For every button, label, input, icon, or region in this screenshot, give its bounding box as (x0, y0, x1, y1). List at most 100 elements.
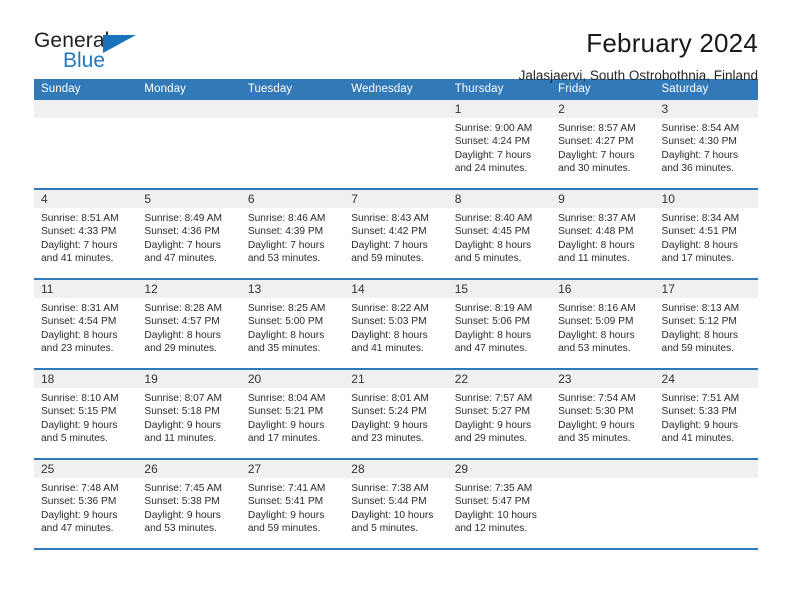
calendar-day-cell[interactable]: 29 Sunrise: 7:35 AM Sunset: 5:47 PM Dayligh… (447, 459, 552, 550)
sunset-time: Sunset: 4:51 PM (661, 226, 737, 238)
sunrise-time: Sunrise: 8:49 AM (144, 213, 223, 224)
daylight-duration-line1: Daylight: 9 hours (144, 419, 221, 431)
calendar-day-cell[interactable]: 8 Sunrise: 8:40 AM Sunset: 4:45 PM Daylight… (447, 189, 552, 280)
calendar-day-cell-empty (34, 100, 138, 190)
calendar-day-cell[interactable]: 26 Sunrise: 7:45 AM Sunset: 5:38 PM Dayligh… (137, 459, 241, 550)
general-blue-logo[interactable]: General Blue (34, 28, 144, 76)
sunset-time: Sunset: 4:39 PM (247, 226, 324, 238)
sunset-time: Sunset: 4:24 PM (454, 136, 531, 148)
day-sun-info: Sunrise: 7:57 AM Sunset: 5:27 PM Daylight:… (448, 388, 551, 446)
daylight-duration-line1: Daylight: 7 hours (454, 149, 532, 161)
calendar-day-cell[interactable]: 3 Sunrise: 8:54 AM Sunset: 4:30 PM Daylight… (654, 100, 758, 190)
sunrise-time: Sunrise: 8:13 AM (661, 303, 740, 314)
calendar-day-cell[interactable]: 12 Sunrise: 8:28 AM Sunset: 4:57 PM Dayligh… (137, 279, 241, 370)
calendar-week-row: 4 Sunrise: 8:51 AM Sunset: 4:33 PM Daylight… (34, 189, 758, 280)
day-number (137, 100, 241, 118)
day-cell-content: 5 Sunrise: 8:49 AM Sunset: 4:36 PM Daylight… (137, 190, 241, 278)
calendar-page: General Blue February 2024 Jalasjaervi, … (0, 0, 792, 612)
day-number (34, 100, 138, 118)
sunrise-time: Sunrise: 7:48 AM (41, 483, 119, 494)
calendar-day-cell-empty (137, 100, 241, 190)
day-sun-info: Sunrise: 8:04 AM Sunset: 5:21 PM Daylight:… (241, 388, 344, 446)
sunset-time: Sunset: 5:36 PM (41, 496, 117, 508)
day-cell-content: 28 Sunrise: 7:38 AM Sunset: 5:44 PM Dayligh… (344, 460, 448, 548)
title-block: February 2024 Jalasjaervi, South Ostrobo… (519, 28, 758, 86)
sunset-time: Sunset: 5:47 PM (454, 496, 531, 508)
calendar-day-cell[interactable]: 1 Sunrise: 9:00 AM Sunset: 4:24 PM Daylight… (447, 100, 552, 190)
daylight-duration-line1: Daylight: 8 hours (558, 329, 635, 341)
calendar-day-cell[interactable]: 5 Sunrise: 8:49 AM Sunset: 4:36 PM Daylight… (137, 189, 241, 280)
daylight-duration-line2: and 29 minutes. (454, 433, 528, 445)
sunset-time: Sunset: 5:27 PM (454, 406, 531, 418)
day-sun-info: Sunrise: 8:16 AM Sunset: 5:09 PM Daylight:… (551, 298, 654, 356)
daylight-duration-line2: and 30 minutes. (558, 163, 631, 175)
sunrise-time: Sunrise: 7:54 AM (558, 393, 636, 404)
day-cell-content (240, 100, 345, 188)
daylight-duration-line1: Daylight: 9 hours (247, 509, 325, 521)
calendar-day-cell[interactable]: 20 Sunrise: 8:04 AM Sunset: 5:21 PM Dayligh… (240, 369, 345, 460)
calendar-day-cell[interactable]: 27 Sunrise: 7:41 AM Sunset: 5:41 PM Dayligh… (240, 459, 345, 550)
day-number: 2 (551, 100, 655, 118)
day-number: 18 (34, 370, 138, 388)
calendar-day-cell[interactable]: 4 Sunrise: 8:51 AM Sunset: 4:33 PM Daylight… (34, 189, 138, 280)
day-sun-info: Sunrise: 8:37 AM Sunset: 4:48 PM Daylight:… (551, 208, 654, 266)
logo-word-blue: Blue (63, 49, 106, 72)
day-number: 9 (551, 190, 655, 208)
sunset-time: Sunset: 5:21 PM (247, 406, 324, 418)
calendar-day-cell[interactable]: 28 Sunrise: 7:38 AM Sunset: 5:44 PM Dayligh… (344, 459, 448, 550)
day-sun-info: Sunrise: 8:57 AM Sunset: 4:27 PM Daylight:… (551, 118, 654, 176)
calendar-day-cell[interactable]: 7 Sunrise: 8:43 AM Sunset: 4:42 PM Daylight… (344, 189, 448, 280)
calendar-day-cell[interactable]: 21 Sunrise: 8:01 AM Sunset: 5:24 PM Dayligh… (344, 369, 448, 460)
calendar-day-cell[interactable]: 16 Sunrise: 8:16 AM Sunset: 5:09 PM Dayligh… (551, 279, 655, 370)
logo-triangle-icon (103, 35, 136, 53)
day-sun-info: Sunrise: 8:10 AM Sunset: 5:15 PM Daylight:… (34, 388, 137, 446)
sunset-time: Sunset: 5:24 PM (351, 406, 427, 418)
calendar-day-cell[interactable]: 13 Sunrise: 8:25 AM Sunset: 5:00 PM Dayligh… (240, 279, 345, 370)
calendar-day-cell[interactable]: 6 Sunrise: 8:46 AM Sunset: 4:39 PM Daylight… (240, 189, 345, 280)
sunrise-time: Sunrise: 8:43 AM (351, 213, 429, 224)
weekday-header-sunday: Sunday (34, 79, 138, 100)
calendar-day-cell[interactable]: 24 Sunrise: 7:51 AM Sunset: 5:33 PM Dayligh… (654, 369, 758, 460)
sunset-time: Sunset: 5:03 PM (351, 316, 427, 328)
day-sun-info: Sunrise: 7:54 AM Sunset: 5:30 PM Daylight:… (551, 388, 654, 446)
calendar-day-cell[interactable]: 19 Sunrise: 8:07 AM Sunset: 5:18 PM Dayligh… (137, 369, 241, 460)
day-number (654, 460, 758, 478)
calendar-day-cell[interactable]: 23 Sunrise: 7:54 AM Sunset: 5:30 PM Dayligh… (551, 369, 655, 460)
sunset-time: Sunset: 5:00 PM (247, 316, 324, 328)
calendar-day-cell[interactable]: 18 Sunrise: 8:10 AM Sunset: 5:15 PM Dayligh… (34, 369, 138, 460)
calendar-day-cell[interactable]: 25 Sunrise: 7:48 AM Sunset: 5:36 PM Dayligh… (34, 459, 138, 550)
calendar-day-cell[interactable]: 10 Sunrise: 8:34 AM Sunset: 4:51 PM Dayligh… (654, 189, 758, 280)
day-cell-content: 4 Sunrise: 8:51 AM Sunset: 4:33 PM Daylight… (34, 190, 138, 278)
day-sun-info: Sunrise: 8:25 AM Sunset: 5:00 PM Daylight:… (241, 298, 344, 356)
calendar-day-cell[interactable]: 11 Sunrise: 8:31 AM Sunset: 4:54 PM Dayligh… (34, 279, 138, 370)
calendar-day-cell[interactable]: 2 Sunrise: 8:57 AM Sunset: 4:27 PM Daylight… (551, 100, 655, 190)
sunset-time: Sunset: 5:41 PM (247, 496, 324, 508)
calendar-day-cell[interactable]: 17 Sunrise: 8:13 AM Sunset: 5:12 PM Dayligh… (654, 279, 758, 370)
day-number: 22 (447, 370, 552, 388)
daylight-duration-line1: Daylight: 8 hours (351, 329, 428, 341)
day-cell-content: 2 Sunrise: 8:57 AM Sunset: 4:27 PM Daylight… (551, 100, 655, 188)
daylight-duration-line1: Daylight: 9 hours (144, 509, 221, 521)
day-cell-content: 1 Sunrise: 9:00 AM Sunset: 4:24 PM Daylight… (447, 100, 552, 188)
sunrise-time: Sunrise: 8:04 AM (247, 393, 326, 404)
daylight-duration-line2: and 59 minutes. (661, 343, 735, 355)
sunset-time: Sunset: 5:15 PM (41, 406, 117, 418)
day-sun-info: Sunrise: 7:38 AM Sunset: 5:44 PM Daylight:… (344, 478, 447, 536)
day-number: 29 (447, 460, 552, 478)
day-cell-content: 19 Sunrise: 8:07 AM Sunset: 5:18 PM Dayligh… (137, 370, 241, 458)
daylight-duration-line1: Daylight: 9 hours (454, 419, 532, 431)
day-number: 13 (240, 280, 345, 298)
sunrise-time: Sunrise: 7:41 AM (247, 483, 326, 494)
day-cell-content: 3 Sunrise: 8:54 AM Sunset: 4:30 PM Daylight… (654, 100, 758, 188)
sunrise-time: Sunrise: 8:07 AM (144, 393, 223, 404)
day-number: 1 (447, 100, 552, 118)
calendar-day-cell[interactable]: 9 Sunrise: 8:37 AM Sunset: 4:48 PM Daylight… (551, 189, 655, 280)
sunset-time: Sunset: 5:44 PM (351, 496, 427, 508)
day-sun-info: Sunrise: 9:00 AM Sunset: 4:24 PM Daylight:… (448, 118, 551, 176)
calendar-day-cell[interactable]: 15 Sunrise: 8:19 AM Sunset: 5:06 PM Dayligh… (447, 279, 552, 370)
calendar-day-cell[interactable]: 22 Sunrise: 7:57 AM Sunset: 5:27 PM Dayligh… (447, 369, 552, 460)
day-cell-content: 10 Sunrise: 8:34 AM Sunset: 4:51 PM Dayligh… (654, 190, 758, 278)
day-cell-content: 18 Sunrise: 8:10 AM Sunset: 5:15 PM Dayligh… (34, 370, 138, 458)
calendar-day-cell[interactable]: 14 Sunrise: 8:22 AM Sunset: 5:03 PM Dayligh… (344, 279, 448, 370)
day-cell-content: 16 Sunrise: 8:16 AM Sunset: 5:09 PM Dayligh… (551, 280, 655, 368)
